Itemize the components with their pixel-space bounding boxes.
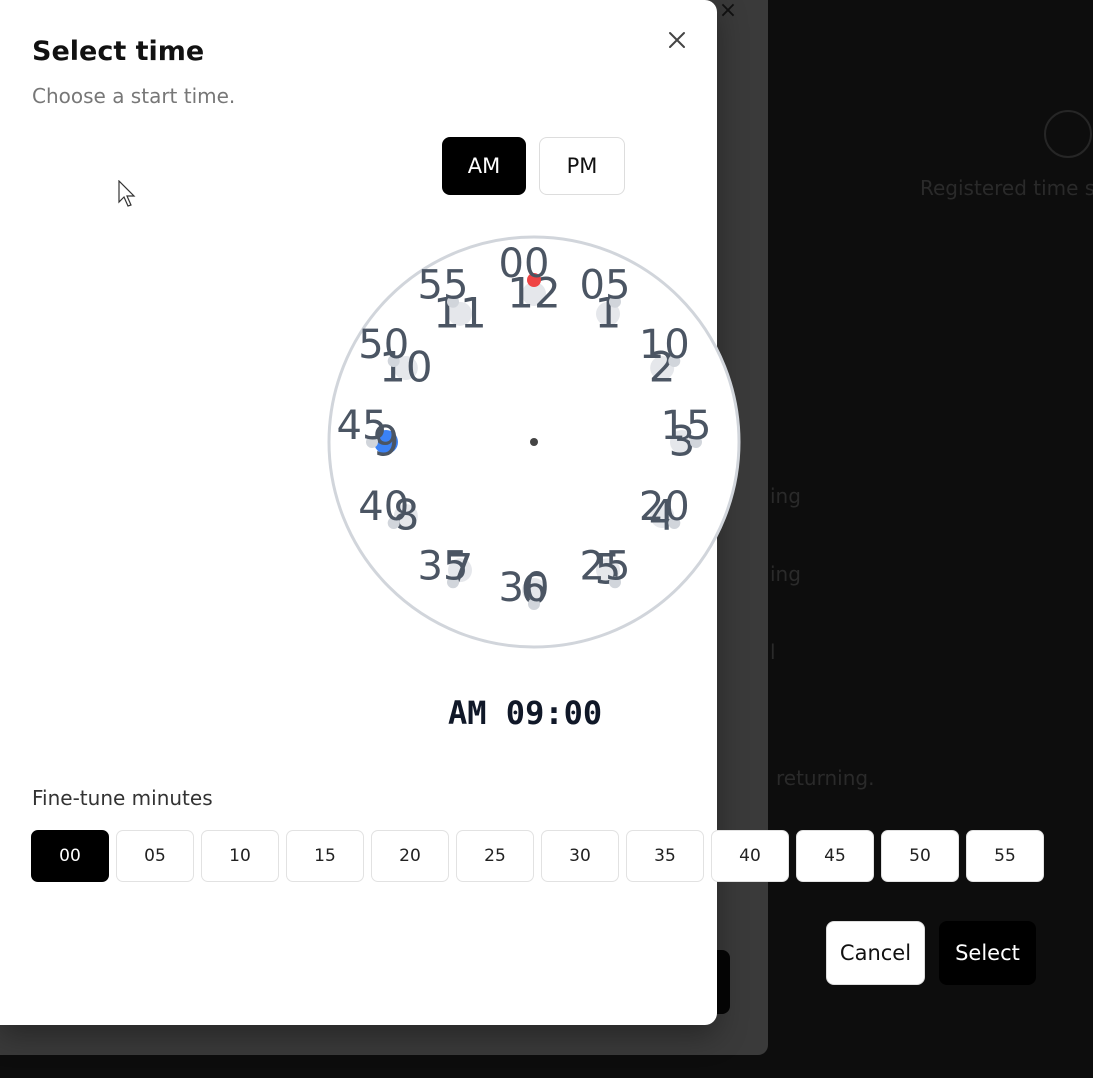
minute-label-45[interactable]: 45 — [337, 403, 388, 449]
minute-button-row: 00 05 10 15 20 25 30 35 40 45 50 55 — [31, 830, 1044, 882]
minute-fine-tune-label: Fine-tune minutes — [32, 786, 213, 810]
close-button[interactable] — [661, 24, 693, 56]
dialog-title: Select time — [32, 36, 205, 67]
minute-option-50[interactable]: 50 — [881, 830, 959, 882]
minute-label-40[interactable]: 40 — [358, 484, 409, 530]
minute-option-10[interactable]: 10 — [201, 830, 279, 882]
minute-label-50[interactable]: 50 — [358, 322, 409, 368]
minute-option-55[interactable]: 55 — [966, 830, 1044, 882]
minute-option-30[interactable]: 30 — [541, 830, 619, 882]
minute-option-40[interactable]: 40 — [711, 830, 789, 882]
minute-option-00[interactable]: 00 — [31, 830, 109, 882]
clock-center-dot — [530, 438, 538, 446]
minute-option-45[interactable]: 45 — [796, 830, 874, 882]
minute-label-15[interactable]: 15 — [661, 403, 712, 449]
close-icon — [669, 32, 685, 48]
select-button[interactable]: Select — [939, 921, 1036, 985]
minute-label-25[interactable]: 25 — [580, 543, 631, 589]
minute-label-55[interactable]: 55 — [418, 263, 469, 309]
minute-option-25[interactable]: 25 — [456, 830, 534, 882]
background-close-icon[interactable]: × — [716, 0, 740, 22]
background-registered-text: Registered time slots — [920, 176, 1093, 200]
am-toggle-button[interactable]: AM — [442, 137, 526, 195]
minute-label-20[interactable]: 20 — [639, 484, 690, 530]
mouse-cursor-icon — [118, 180, 136, 207]
minute-label-05[interactable]: 05 — [580, 263, 631, 309]
minute-label-10[interactable]: 10 — [639, 322, 690, 368]
minute-label-00[interactable]: 00 — [499, 241, 550, 287]
time-readout: AM 09:00 — [448, 694, 603, 732]
minute-option-35[interactable]: 35 — [626, 830, 704, 882]
minute-option-05[interactable]: 05 — [116, 830, 194, 882]
pm-toggle-button[interactable]: PM — [539, 137, 625, 195]
cancel-button[interactable]: Cancel — [826, 921, 925, 985]
minute-label-30[interactable]: 30 — [499, 565, 550, 611]
background-clock-icon — [1044, 110, 1092, 158]
minute-option-15[interactable]: 15 — [286, 830, 364, 882]
background-row-text: ing — [770, 484, 801, 508]
dialog-subtitle: Choose a start time. — [32, 84, 236, 108]
time-picker-dialog: Select time Choose a start time. AM PM 1… — [0, 0, 1044, 1025]
background-row-text: ing — [770, 562, 801, 586]
background-row-text: l — [770, 640, 776, 664]
clock-face[interactable]: 12 123456789101100 0510152025303540455055 — [324, 232, 744, 652]
minute-option-20[interactable]: 20 — [371, 830, 449, 882]
minute-label-35[interactable]: 35 — [418, 543, 469, 589]
background-row-text: returning. — [776, 766, 875, 790]
